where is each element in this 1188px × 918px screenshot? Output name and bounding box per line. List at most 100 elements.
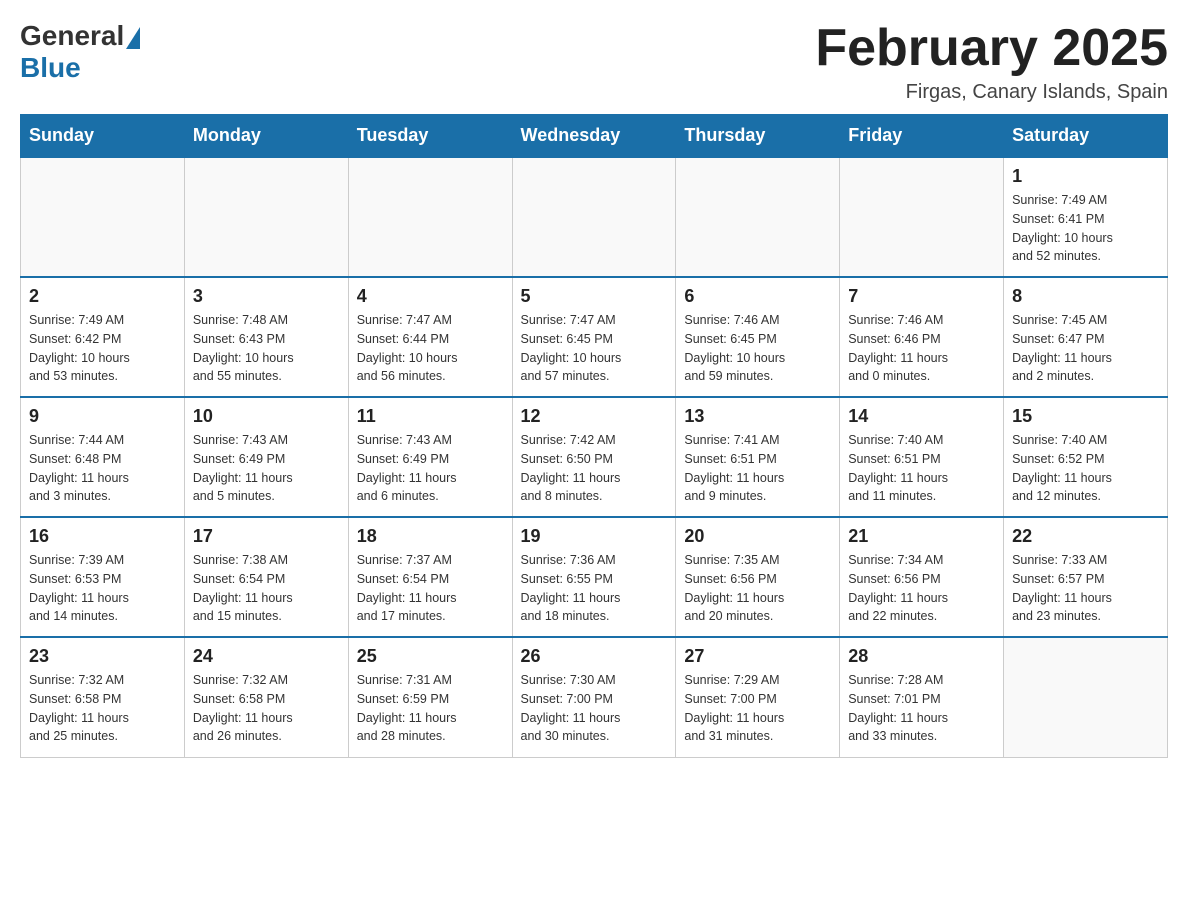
day-info: Sunrise: 7:46 AM Sunset: 6:45 PM Dayligh…: [684, 311, 831, 386]
calendar-cell: 3 Sunrise: 7:48 AM Sunset: 6:43 PM Daylig…: [184, 277, 348, 397]
day-number: 24: [193, 646, 340, 667]
logo-triangle-icon: [126, 27, 140, 49]
calendar-cell: 15Sunrise: 7:40 AM Sunset: 6:52 PM Dayli…: [1004, 397, 1168, 517]
calendar-cell: 7 Sunrise: 7:46 AM Sunset: 6:46 PM Daylig…: [840, 277, 1004, 397]
day-info: Sunrise: 7:36 AM Sunset: 6:55 PM Dayligh…: [521, 551, 668, 626]
day-number: 15: [1012, 406, 1159, 427]
calendar-cell: [21, 157, 185, 277]
calendar-week-row-1: 1 Sunrise: 7:49 AM Sunset: 6:41 PM Daylig…: [21, 157, 1168, 277]
day-info: Sunrise: 7:35 AM Sunset: 6:56 PM Dayligh…: [684, 551, 831, 626]
calendar-header-tuesday: Tuesday: [348, 115, 512, 158]
calendar-cell: 28 Sunrise: 7:28 AM Sunset: 7:01 PM Dayli…: [840, 637, 1004, 757]
logo-blue-text: Blue: [20, 52, 81, 84]
calendar-cell: 13 Sunrise: 7:41 AM Sunset: 6:51 PM Dayli…: [676, 397, 840, 517]
day-info: Sunrise: 7:47 AM Sunset: 6:44 PM Dayligh…: [357, 311, 504, 386]
calendar-header-row: SundayMondayTuesdayWednesdayThursdayFrid…: [21, 115, 1168, 158]
calendar-cell: 10 Sunrise: 7:43 AM Sunset: 6:49 PM Dayli…: [184, 397, 348, 517]
day-number: 10: [193, 406, 340, 427]
calendar-cell: 8 Sunrise: 7:45 AM Sunset: 6:47 PM Daylig…: [1004, 277, 1168, 397]
calendar-cell: 22Sunrise: 7:33 AM Sunset: 6:57 PM Dayli…: [1004, 517, 1168, 637]
day-info: Sunrise: 7:32 AM Sunset: 6:58 PM Dayligh…: [29, 671, 176, 746]
month-title: February 2025: [815, 20, 1168, 77]
day-number: 7: [848, 286, 995, 307]
day-number: 27: [684, 646, 831, 667]
day-info: Sunrise: 7:42 AM Sunset: 6:50 PM Dayligh…: [521, 431, 668, 506]
calendar-week-row-4: 16 Sunrise: 7:39 AM Sunset: 6:53 PM Dayli…: [21, 517, 1168, 637]
day-number: 28: [848, 646, 995, 667]
day-info: Sunrise: 7:46 AM Sunset: 6:46 PM Dayligh…: [848, 311, 995, 386]
day-number: 14: [848, 406, 995, 427]
calendar-cell: [676, 157, 840, 277]
calendar-cell: [348, 157, 512, 277]
calendar-header-sunday: Sunday: [21, 115, 185, 158]
day-number: 2: [29, 286, 176, 307]
calendar-cell: [512, 157, 676, 277]
calendar-cell: 12Sunrise: 7:42 AM Sunset: 6:50 PM Dayli…: [512, 397, 676, 517]
calendar-cell: 18Sunrise: 7:37 AM Sunset: 6:54 PM Dayli…: [348, 517, 512, 637]
day-info: Sunrise: 7:28 AM Sunset: 7:01 PM Dayligh…: [848, 671, 995, 746]
calendar-cell: 24 Sunrise: 7:32 AM Sunset: 6:58 PM Dayli…: [184, 637, 348, 757]
calendar-header-friday: Friday: [840, 115, 1004, 158]
calendar-cell: 25 Sunrise: 7:31 AM Sunset: 6:59 PM Dayli…: [348, 637, 512, 757]
calendar-table: SundayMondayTuesdayWednesdayThursdayFrid…: [20, 114, 1168, 758]
day-number: 17: [193, 526, 340, 547]
calendar-header-saturday: Saturday: [1004, 115, 1168, 158]
calendar-cell: 19 Sunrise: 7:36 AM Sunset: 6:55 PM Dayli…: [512, 517, 676, 637]
day-info: Sunrise: 7:29 AM Sunset: 7:00 PM Dayligh…: [684, 671, 831, 746]
day-number: 26: [521, 646, 668, 667]
day-info: Sunrise: 7:43 AM Sunset: 6:49 PM Dayligh…: [193, 431, 340, 506]
calendar-cell: 16 Sunrise: 7:39 AM Sunset: 6:53 PM Dayli…: [21, 517, 185, 637]
calendar-cell: 21Sunrise: 7:34 AM Sunset: 6:56 PM Dayli…: [840, 517, 1004, 637]
day-number: 4: [357, 286, 504, 307]
page-header: General Blue February 2025 Firgas, Canar…: [20, 20, 1168, 104]
calendar-cell: 9 Sunrise: 7:44 AM Sunset: 6:48 PM Daylig…: [21, 397, 185, 517]
calendar-cell: 14 Sunrise: 7:40 AM Sunset: 6:51 PM Dayli…: [840, 397, 1004, 517]
day-number: 18: [357, 526, 504, 547]
calendar-cell: 1 Sunrise: 7:49 AM Sunset: 6:41 PM Daylig…: [1004, 157, 1168, 277]
day-info: Sunrise: 7:41 AM Sunset: 6:51 PM Dayligh…: [684, 431, 831, 506]
day-info: Sunrise: 7:39 AM Sunset: 6:53 PM Dayligh…: [29, 551, 176, 626]
day-number: 8: [1012, 286, 1159, 307]
day-number: 21: [848, 526, 995, 547]
calendar-cell: [1004, 637, 1168, 757]
day-number: 25: [357, 646, 504, 667]
calendar-cell: 27 Sunrise: 7:29 AM Sunset: 7:00 PM Dayli…: [676, 637, 840, 757]
day-info: Sunrise: 7:44 AM Sunset: 6:48 PM Dayligh…: [29, 431, 176, 506]
day-number: 5: [521, 286, 668, 307]
calendar-cell: 23 Sunrise: 7:32 AM Sunset: 6:58 PM Dayli…: [21, 637, 185, 757]
calendar-cell: 5 Sunrise: 7:47 AM Sunset: 6:45 PM Daylig…: [512, 277, 676, 397]
day-info: Sunrise: 7:31 AM Sunset: 6:59 PM Dayligh…: [357, 671, 504, 746]
calendar-cell: 4 Sunrise: 7:47 AM Sunset: 6:44 PM Daylig…: [348, 277, 512, 397]
day-info: Sunrise: 7:45 AM Sunset: 6:47 PM Dayligh…: [1012, 311, 1159, 386]
day-number: 19: [521, 526, 668, 547]
day-info: Sunrise: 7:49 AM Sunset: 6:41 PM Dayligh…: [1012, 191, 1159, 266]
calendar-week-row-2: 2 Sunrise: 7:49 AM Sunset: 6:42 PM Daylig…: [21, 277, 1168, 397]
day-number: 23: [29, 646, 176, 667]
day-info: Sunrise: 7:32 AM Sunset: 6:58 PM Dayligh…: [193, 671, 340, 746]
logo-general-text: General: [20, 20, 124, 52]
day-number: 9: [29, 406, 176, 427]
calendar-cell: 17Sunrise: 7:38 AM Sunset: 6:54 PM Dayli…: [184, 517, 348, 637]
day-number: 22: [1012, 526, 1159, 547]
day-number: 20: [684, 526, 831, 547]
day-number: 3: [193, 286, 340, 307]
day-number: 16: [29, 526, 176, 547]
calendar-cell: [840, 157, 1004, 277]
calendar-cell: 11Sunrise: 7:43 AM Sunset: 6:49 PM Dayli…: [348, 397, 512, 517]
calendar-cell: [184, 157, 348, 277]
day-number: 1: [1012, 166, 1159, 187]
title-block: February 2025 Firgas, Canary Islands, Sp…: [815, 20, 1168, 104]
calendar-cell: 2 Sunrise: 7:49 AM Sunset: 6:42 PM Daylig…: [21, 277, 185, 397]
calendar-cell: 20 Sunrise: 7:35 AM Sunset: 6:56 PM Dayli…: [676, 517, 840, 637]
calendar-week-row-5: 23 Sunrise: 7:32 AM Sunset: 6:58 PM Dayli…: [21, 637, 1168, 757]
logo: General Blue: [20, 20, 140, 84]
location-text: Firgas, Canary Islands, Spain: [815, 81, 1168, 104]
day-info: Sunrise: 7:43 AM Sunset: 6:49 PM Dayligh…: [357, 431, 504, 506]
day-info: Sunrise: 7:47 AM Sunset: 6:45 PM Dayligh…: [521, 311, 668, 386]
calendar-header-wednesday: Wednesday: [512, 115, 676, 158]
calendar-header-thursday: Thursday: [676, 115, 840, 158]
day-info: Sunrise: 7:48 AM Sunset: 6:43 PM Dayligh…: [193, 311, 340, 386]
day-info: Sunrise: 7:49 AM Sunset: 6:42 PM Dayligh…: [29, 311, 176, 386]
day-number: 13: [684, 406, 831, 427]
day-info: Sunrise: 7:40 AM Sunset: 6:51 PM Dayligh…: [848, 431, 995, 506]
